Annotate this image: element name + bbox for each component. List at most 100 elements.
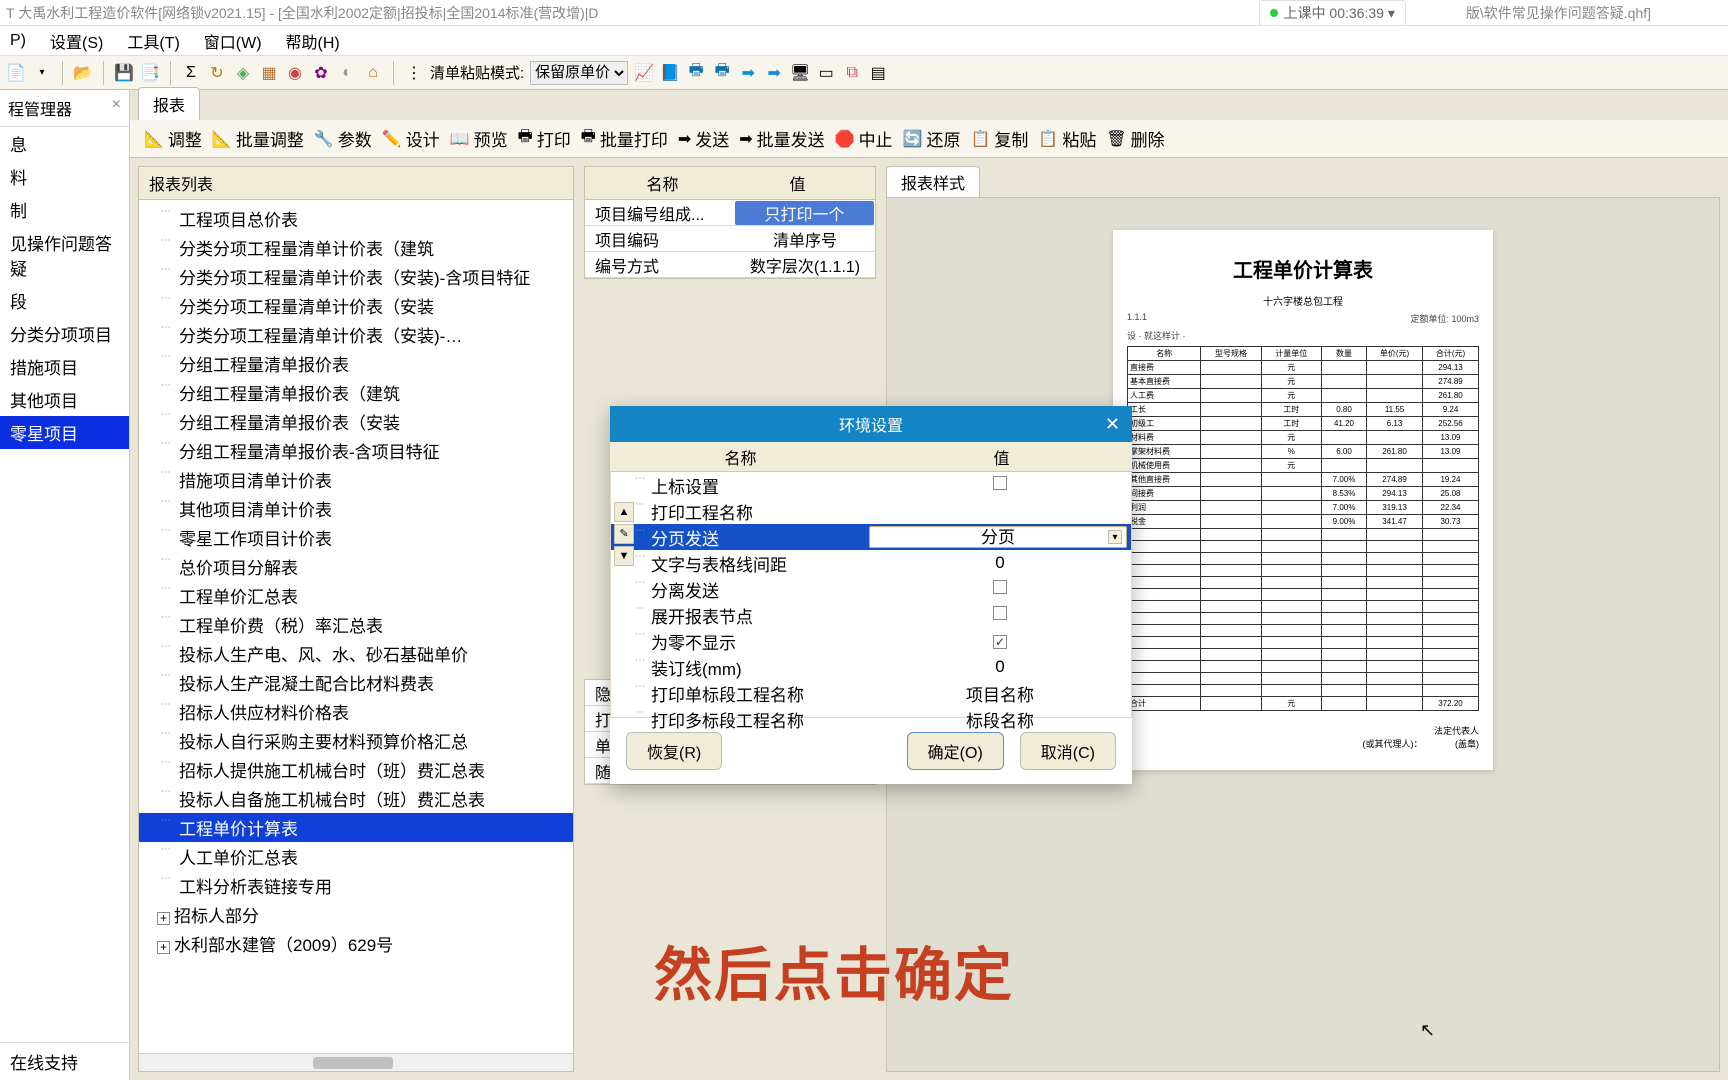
cancel-button[interactable]: 取消(C) bbox=[1020, 732, 1116, 770]
checkbox-icon[interactable] bbox=[993, 635, 1007, 649]
toolbar-icon: 🔧 bbox=[314, 129, 334, 149]
toolbar-btn-调整[interactable]: 📐调整 bbox=[144, 126, 202, 151]
sidebar-item[interactable]: 制 bbox=[0, 193, 129, 226]
sidebar-item[interactable]: 措施项目 bbox=[0, 350, 129, 383]
dialog-row[interactable]: 上标设置 bbox=[611, 472, 1131, 498]
menu-window[interactable]: 窗口(W) bbox=[204, 29, 262, 53]
home-icon[interactable]: ⌂ bbox=[363, 63, 383, 83]
record-dot-icon bbox=[1270, 9, 1278, 17]
sidebar-close-icon[interactable]: × bbox=[112, 96, 121, 120]
toolbar-icon: 🔄 bbox=[903, 129, 923, 149]
save-icon[interactable]: 💾 bbox=[114, 63, 134, 83]
stamp-icon[interactable]: ◉ bbox=[285, 63, 305, 83]
card-icon[interactable]: ▤ bbox=[868, 63, 888, 83]
toolbar-icon: 📋 bbox=[970, 129, 990, 149]
report-action-toolbar: 📐调整 📐批量调整 🔧参数 ✏️设计 📖预览 🖶打印 🖶批量打印 ➡发送 ➡批量发送 🛑中止 🔄还原… bbox=[130, 120, 1728, 158]
sidebar-item[interactable]: 其他项目 bbox=[0, 383, 129, 416]
sidebar-item[interactable]: 息 bbox=[0, 127, 129, 160]
project-manager-sidebar: 程管理器 × 息料制见操作问题答疑段分类分项项目措施项目其他项目零星项目 在线支… bbox=[0, 90, 130, 1080]
dialog-row[interactable]: 打印单标段工程名称项目名称 bbox=[611, 680, 1131, 706]
print1-icon[interactable]: 🖶 bbox=[686, 63, 706, 83]
restore-button[interactable]: 恢复(R) bbox=[626, 732, 722, 770]
book-icon[interactable]: 📘 bbox=[660, 63, 680, 83]
tree-icon[interactable]: ◈ bbox=[233, 63, 253, 83]
toolbar-btn-批量打印[interactable]: 🖶批量打印 bbox=[581, 125, 668, 152]
main-toolbar: 📄 ▾ 📂 💾 📑 Σ ↻ ◈ ▦ ◉ ✿ ◐ ⌂ ⋮ 清单粘贴模式: 保留原单… bbox=[0, 56, 1728, 90]
checkbox-icon[interactable] bbox=[993, 476, 1007, 490]
title-bar: T 大禹水利工程造价软件[网络锁v2021.15] - [全国水利2002定额|… bbox=[0, 0, 1728, 26]
toolbar-icon: 🖶 bbox=[518, 125, 533, 152]
class-status-badge[interactable]: 上课中 00:36:39 ▾ bbox=[1259, 0, 1406, 26]
toolbar-btn-打印[interactable]: 🖶打印 bbox=[518, 125, 571, 152]
toolbar-btn-预览[interactable]: 📖预览 bbox=[450, 126, 508, 151]
tab-report[interactable]: 报表 bbox=[138, 87, 200, 120]
ok-button[interactable]: 确定(O) bbox=[907, 732, 1004, 770]
menu-bar: P) 设置(S) 工具(T) 窗口(W) 帮助(H) bbox=[0, 26, 1728, 56]
paste-mode-label: 清单粘贴模式: bbox=[430, 62, 524, 83]
sidebar-item[interactable]: 分类分项项目 bbox=[0, 317, 129, 350]
paste-mode-select[interactable]: 保留原单价 bbox=[530, 61, 628, 85]
sidebar-item[interactable]: 段 bbox=[0, 284, 129, 317]
toolbar-icon: 🗑 bbox=[1106, 129, 1126, 149]
toolbar-icon: 📐 bbox=[144, 129, 164, 149]
toolbar-btn-设计[interactable]: ✏️设计 bbox=[382, 126, 440, 151]
grip-icon[interactable]: ⋮ bbox=[404, 63, 424, 83]
toolbar-icon: 🛑 bbox=[835, 129, 855, 149]
menu-p[interactable]: P) bbox=[10, 32, 26, 50]
dropdown-icon[interactable]: ▾ bbox=[32, 63, 52, 83]
main-area: 报表 📐调整 📐批量调整 🔧参数 ✏️设计 📖预览 🖶打印 🖶批量打印 ➡发送 ➡批量发送 🛑中止… bbox=[130, 90, 1728, 1080]
title-right: 版\软件常见操作问题答疑.qhf] bbox=[1466, 3, 1651, 23]
struct-icon[interactable]: ⧉ bbox=[842, 63, 862, 83]
saveall-icon[interactable]: 📑 bbox=[140, 63, 160, 83]
sidebar-header: 程管理器 × bbox=[0, 90, 129, 127]
sidebar-item[interactable]: 见操作问题答疑 bbox=[0, 226, 129, 284]
close-icon[interactable]: ✕ bbox=[1105, 414, 1120, 435]
win-icon[interactable]: ▭ bbox=[816, 63, 836, 83]
checkbox-icon[interactable] bbox=[993, 580, 1007, 594]
toolbar-icon: ✏️ bbox=[382, 129, 402, 149]
toolbar-btn-批量发送[interactable]: ➡批量发送 bbox=[739, 126, 824, 151]
menu-settings[interactable]: 设置(S) bbox=[50, 29, 103, 53]
chevron-down-icon[interactable]: ▾ bbox=[1108, 530, 1122, 544]
link-icon[interactable]: ✿ bbox=[311, 63, 331, 83]
open-icon[interactable]: 📂 bbox=[73, 63, 93, 83]
toolbar-btn-批量调整[interactable]: 📐批量调整 bbox=[212, 126, 304, 151]
sidebar-item[interactable]: 零星项目 bbox=[0, 416, 129, 449]
toolbar-icon: ➡ bbox=[678, 129, 691, 149]
print2-icon[interactable]: 🖶 bbox=[712, 63, 732, 83]
cfg-icon[interactable]: ◐ bbox=[337, 63, 357, 83]
toolbar-btn-发送[interactable]: ➡发送 bbox=[678, 126, 729, 151]
toolbar-btn-粘贴[interactable]: 📋粘贴 bbox=[1038, 126, 1096, 151]
toolbar-icon: 📋 bbox=[1038, 129, 1058, 149]
dialog-row[interactable]: 打印多标段工程名称标段名称 bbox=[611, 706, 1131, 732]
sidebar-online-support[interactable]: 在线支持 bbox=[0, 1042, 129, 1080]
dialog-row[interactable]: 为零不显示 bbox=[611, 628, 1131, 654]
toolbar-icon: 🖶 bbox=[581, 125, 596, 152]
arrow2-icon[interactable]: ➡ bbox=[764, 63, 784, 83]
dialog-row[interactable]: 装订线(mm)0 bbox=[611, 654, 1131, 680]
chart-icon[interactable]: 📈 bbox=[634, 63, 654, 83]
menu-help[interactable]: 帮助(H) bbox=[286, 29, 340, 53]
toolbar-btn-复制[interactable]: 📋复制 bbox=[970, 126, 1028, 151]
dialog-row[interactable]: 分页发送分页▾ bbox=[611, 524, 1131, 550]
checkbox-icon[interactable] bbox=[993, 606, 1007, 620]
sidebar-item[interactable]: 料 bbox=[0, 160, 129, 193]
arrow1-icon[interactable]: ➡ bbox=[738, 63, 758, 83]
dialog-row[interactable]: 分离发送 bbox=[611, 576, 1131, 602]
dialog-title-bar[interactable]: 环境设置 ✕ bbox=[610, 406, 1132, 442]
title-left: T 大禹水利工程造价软件[网络锁v2021.15] - [全国水利2002定额|… bbox=[6, 3, 599, 23]
toolbar-btn-删除[interactable]: 🗑删除 bbox=[1106, 126, 1164, 151]
toolbar-btn-中止[interactable]: 🛑中止 bbox=[835, 126, 893, 151]
server-icon[interactable]: 🖥 bbox=[790, 63, 810, 83]
dialog-row[interactable]: 打印工程名称 bbox=[611, 498, 1131, 524]
grid-icon[interactable]: ▦ bbox=[259, 63, 279, 83]
toolbar-btn-还原[interactable]: 🔄还原 bbox=[903, 126, 961, 151]
menu-tools[interactable]: 工具(T) bbox=[127, 29, 179, 53]
sigma-icon[interactable]: Σ bbox=[181, 63, 201, 83]
dialog-row[interactable]: 展开报表节点 bbox=[611, 602, 1131, 628]
refresh-icon[interactable]: ↻ bbox=[207, 63, 227, 83]
dialog-row[interactable]: 文字与表格线间距0 bbox=[611, 550, 1131, 576]
toolbar-btn-参数[interactable]: 🔧参数 bbox=[314, 126, 372, 151]
toolbar-icon: 📐 bbox=[212, 129, 232, 149]
doc-icon[interactable]: 📄 bbox=[6, 63, 26, 83]
